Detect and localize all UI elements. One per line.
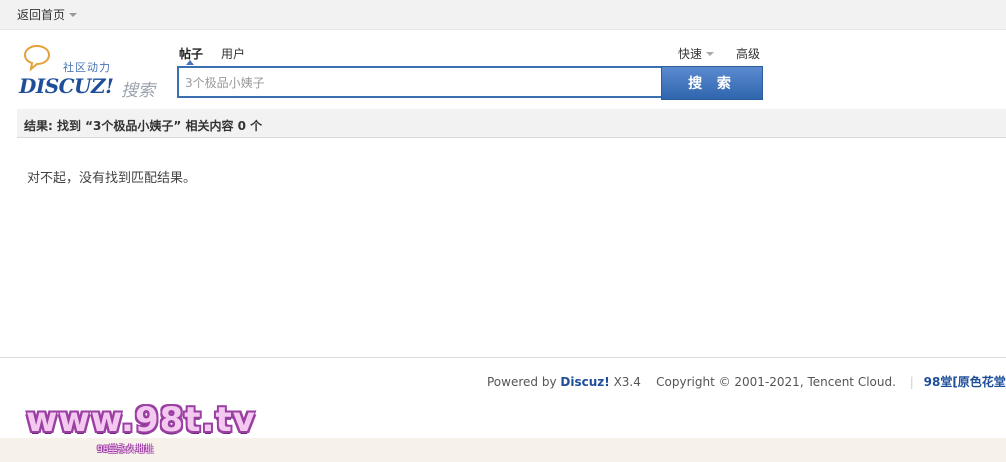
- search-button[interactable]: 搜 索: [661, 66, 763, 100]
- active-tab-pointer-icon: [186, 60, 194, 65]
- logo-brand: DISCUZ!: [19, 74, 114, 98]
- tab-users[interactable]: 用户: [221, 45, 245, 62]
- logo-search-word: 搜索: [121, 81, 155, 101]
- result-summary: 结果: 找到 “3个极品小姨子” 相关内容 0 个: [24, 119, 263, 133]
- top-bar: 返回首页: [0, 0, 1006, 30]
- chevron-down-icon: [706, 52, 715, 56]
- advanced-search-link[interactable]: 高级: [736, 45, 760, 62]
- quick-search-dropdown[interactable]: 快速: [678, 45, 715, 62]
- speech-bubble-icon: [23, 44, 51, 72]
- discuz-logo[interactable]: 社区动力 DISCUZ! 搜索: [18, 43, 163, 101]
- home-link[interactable]: 返回首页: [17, 6, 78, 23]
- footer-divider: [0, 357, 1006, 358]
- version-text: X3.4: [613, 375, 641, 389]
- search-input[interactable]: [177, 66, 662, 98]
- quick-search-label: 快速: [678, 47, 703, 61]
- footer: Powered by Discuz! X3.4 Copyright © 2001…: [487, 373, 1006, 390]
- watermark-subtitle: 98堂永久地址: [97, 445, 154, 455]
- powered-by-prefix: Powered by: [487, 375, 557, 389]
- chevron-down-icon: [69, 13, 78, 17]
- site-name-link[interactable]: 98堂[原色花堂]: [924, 375, 1006, 389]
- logo-tagline: 社区动力: [63, 61, 111, 74]
- footer-separator: |: [909, 375, 914, 389]
- copyright-text: Copyright © 2001-2021, Tencent Cloud.: [656, 375, 896, 389]
- watermark-logo: www.98t.tv: [26, 400, 256, 440]
- empty-result-message: 对不起，没有找到匹配结果。: [27, 171, 197, 186]
- discuz-link[interactable]: Discuz!: [560, 375, 609, 389]
- home-link-label: 返回首页: [17, 8, 66, 22]
- result-summary-bar: 结果: 找到 “3个极品小姨子” 相关内容 0 个: [17, 109, 1006, 138]
